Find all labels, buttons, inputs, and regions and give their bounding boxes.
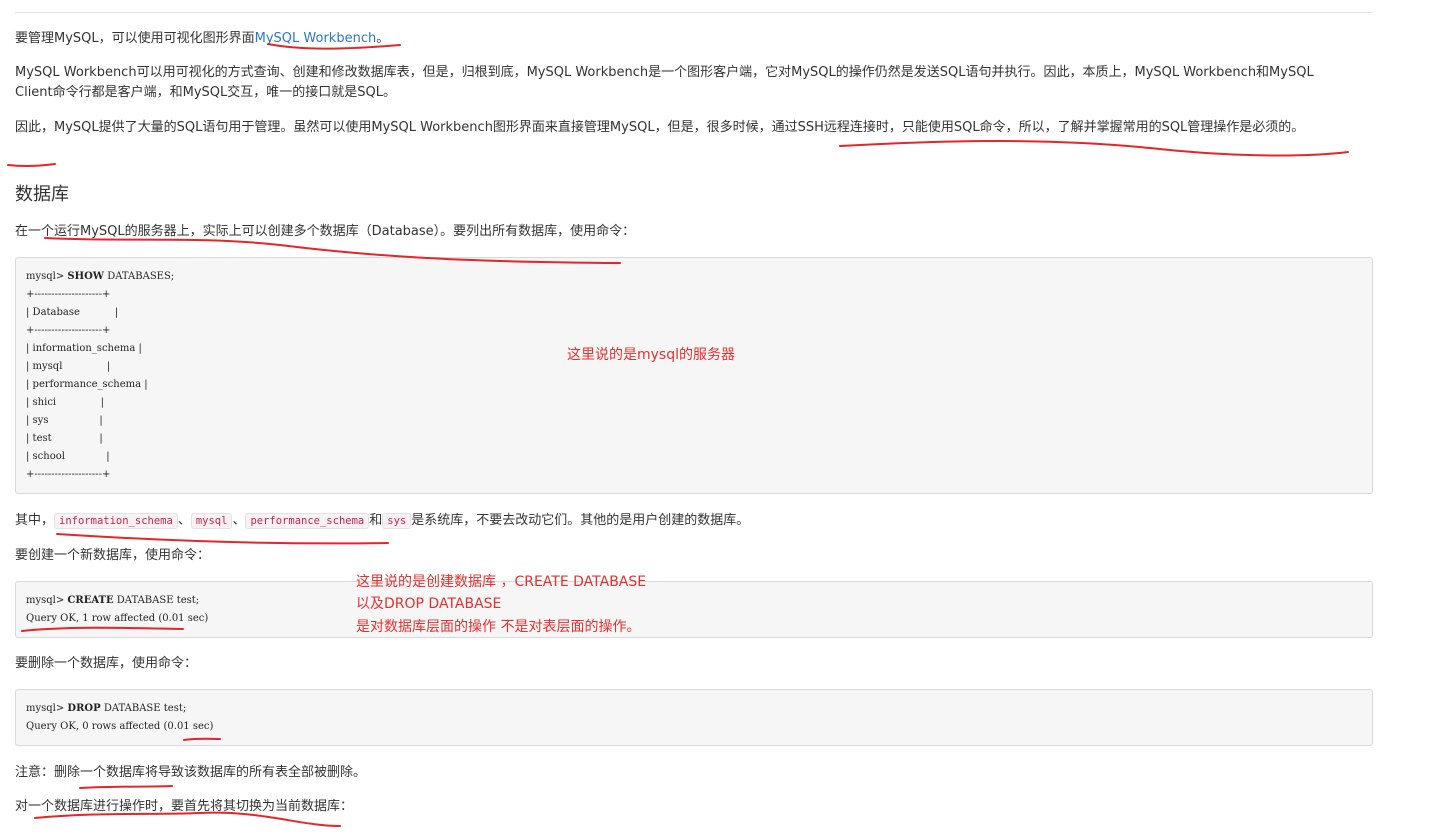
drop-database-paragraph: 要删除一个数据库，使用命令： xyxy=(15,656,198,671)
annotation-create-note-line-2: 以及DROP DATABASE xyxy=(356,596,502,612)
underline-system-dbs xyxy=(56,533,389,545)
create-database-code-block: mysql> CREATE DATABASE test; Query OK, 1… xyxy=(15,581,1373,638)
list-databases-paragraph: 在一个运行MySQL的服务器上，实际上可以创建多个数据库（Database）。要… xyxy=(15,224,636,239)
drop-command-line: mysql> DROP DATABASE test; xyxy=(26,700,186,718)
annotation-create-note-line-3: 是对数据库层面的操作 不是对表层面的操作。 xyxy=(356,619,641,635)
output-row: | information_schema | xyxy=(26,343,142,354)
intro-period: 。 xyxy=(376,31,390,46)
system-databases-paragraph: 其中， information_schema、 mysql、 performance_… xyxy=(15,511,749,531)
output-row: +--------------------+ xyxy=(26,469,111,480)
mysql-workbench-link[interactable]: MySQL Workbench xyxy=(255,31,377,46)
annotation-server-note: 这里说的是mysql的服务器 xyxy=(567,347,735,363)
show-command-line: mysql> SHOW DATABASES; xyxy=(26,268,174,286)
output-row: | school | xyxy=(26,451,110,462)
intro-text: 要管理MySQL，可以使用可视化图形界面 xyxy=(15,31,255,46)
separator: 、 xyxy=(232,513,246,528)
drop-result-line: Query OK, 0 rows affected (0.01 sec) xyxy=(26,721,214,732)
output-row: | test | xyxy=(26,433,103,444)
switch-database-paragraph: 对一个数据库进行操作时，要首先将其切换为当前数据库： xyxy=(15,799,354,814)
intro-paragraph-2: MySQL Workbench可以用可视化的方式查询、创建和修改数据库表，但是，… xyxy=(15,65,1314,100)
create-keyword: CREATE xyxy=(67,595,114,606)
underline-ssh xyxy=(839,140,1349,157)
top-divider xyxy=(15,12,1373,13)
intro-paragraph-3: 因此，MySQL提供了大量的SQL语句用于管理。虽然可以使用MySQL Work… xyxy=(15,120,1305,135)
separator: 、 xyxy=(177,513,191,528)
drop-keyword: DROP xyxy=(67,703,101,714)
section-title: 数据库 xyxy=(15,184,69,205)
create-command-line: mysql> CREATE DATABASE test; xyxy=(26,592,199,610)
drop-rest: DATABASE test; xyxy=(100,703,187,714)
output-row: | mysql | xyxy=(26,361,111,372)
system-dbs-prefix: 其中， xyxy=(15,513,55,528)
output-row: | shici | xyxy=(26,397,104,408)
output-row: | sys | xyxy=(26,415,103,426)
output-row: +--------------------+ xyxy=(26,289,111,300)
underline-final xyxy=(7,163,56,168)
create-database-paragraph: 要创建一个新数据库，使用命令： xyxy=(15,548,211,563)
drop-warning-paragraph: 注意：删除一个数据库将导致该数据库的所有表全部被删除。 xyxy=(15,765,367,780)
show-keyword: SHOW xyxy=(67,271,105,282)
inline-code-information-schema: information_schema xyxy=(54,513,178,529)
show-rest: DATABASES; xyxy=(104,271,175,282)
inline-code-sys: sys xyxy=(382,513,412,529)
output-row: | performance_schema | xyxy=(26,379,148,390)
output-row: | Database | xyxy=(26,307,119,318)
drop-database-code-block: mysql> DROP DATABASE test; Query OK, 0 r… xyxy=(15,689,1373,746)
create-result-line: Query OK, 1 row affected (0.01 sec) xyxy=(26,613,209,624)
show-databases-code-block: mysql> SHOW DATABASES; +----------------… xyxy=(15,257,1373,494)
output-row: +--------------------+ xyxy=(26,325,111,336)
system-dbs-suffix: 是系统库，不要去改动它们。其他的是用户创建的数据库。 xyxy=(411,513,750,528)
intro-paragraph-1: 要管理MySQL，可以使用可视化图形界面MySQL Workbench。 xyxy=(15,29,389,49)
prompt: mysql> xyxy=(26,703,68,714)
separator: 和 xyxy=(369,513,383,528)
annotation-create-note-line-1: 这里说的是创建数据库 ，CREATE DATABASE xyxy=(356,574,647,590)
underline-note xyxy=(79,785,173,789)
inline-code-mysql: mysql xyxy=(190,513,233,529)
prompt: mysql> xyxy=(26,271,68,282)
create-rest: DATABASE test; xyxy=(113,595,200,606)
prompt: mysql> xyxy=(26,595,68,606)
inline-code-performance-schema: performance_schema xyxy=(245,513,370,529)
